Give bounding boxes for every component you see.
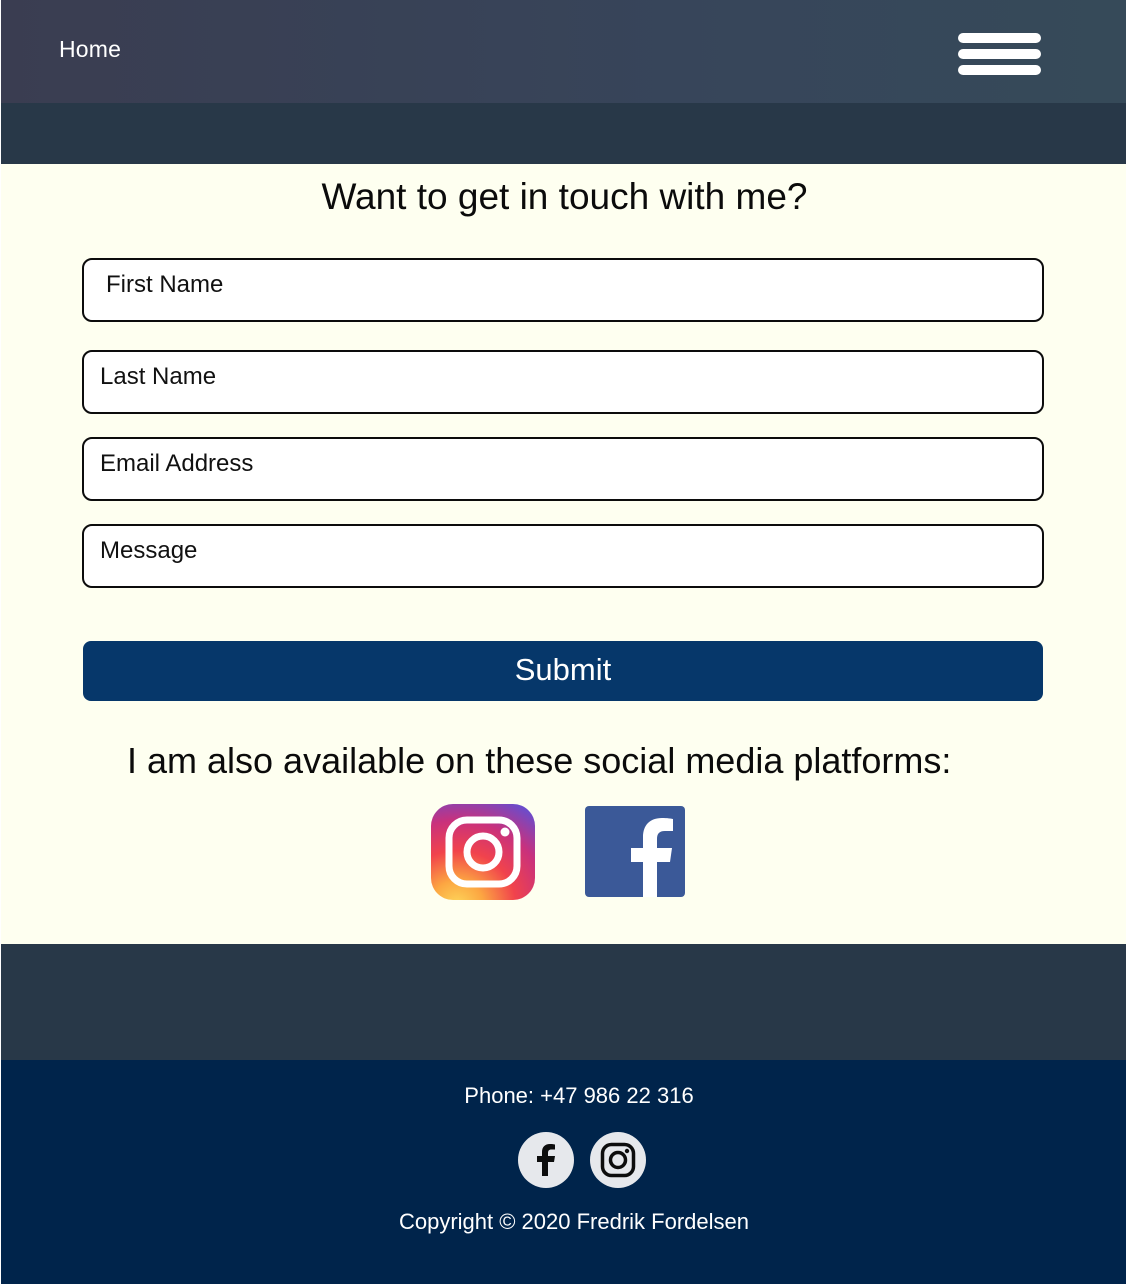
- hamburger-bar: [958, 33, 1041, 43]
- header-band: [1, 103, 1126, 164]
- message-placeholder: Message: [100, 537, 198, 564]
- first-name-field[interactable]: First Name: [82, 258, 1044, 322]
- top-navbar: Home: [1, 0, 1126, 103]
- instagram-icon[interactable]: [431, 804, 535, 900]
- last-name-placeholder: Last Name: [100, 363, 217, 390]
- email-field[interactable]: Email Address: [82, 437, 1044, 501]
- message-field[interactable]: Message: [82, 524, 1044, 588]
- footer-instagram-icon[interactable]: [590, 1132, 646, 1188]
- footer-copyright: Copyright © 2020 Fredrik Fordelsen: [398, 1209, 750, 1234]
- hamburger-bar: [958, 49, 1041, 59]
- email-placeholder: Email Address: [100, 450, 254, 477]
- footer-facebook-icon[interactable]: [518, 1132, 574, 1188]
- hamburger-bar: [958, 65, 1041, 75]
- hamburger-menu-icon[interactable]: [958, 33, 1041, 75]
- facebook-icon[interactable]: [585, 806, 685, 897]
- contact-heading: Want to get in touch with me?: [321, 176, 808, 217]
- home-link[interactable]: Home: [59, 36, 121, 63]
- footer-band: [1, 944, 1126, 1060]
- submit-button[interactable]: Submit: [83, 641, 1043, 701]
- social-heading: I am also available on these social medi…: [127, 740, 952, 781]
- last-name-field[interactable]: Last Name: [82, 350, 1044, 414]
- footer-phone: Phone: +47 986 22 316: [464, 1083, 694, 1108]
- first-name-placeholder: First Name: [106, 271, 224, 298]
